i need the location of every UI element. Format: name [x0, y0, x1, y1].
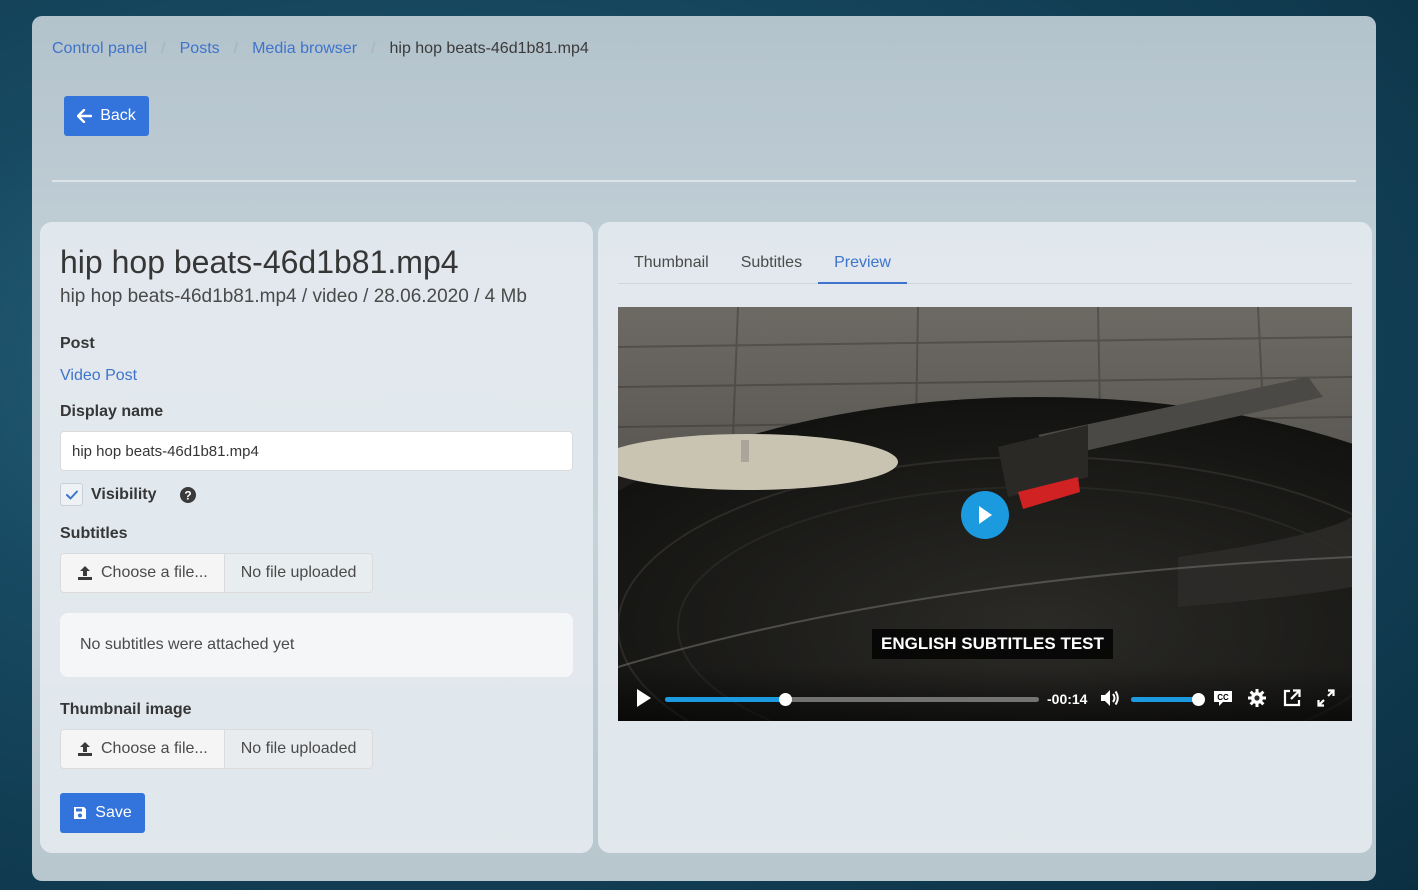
- choose-file-label: Choose a file...: [101, 564, 208, 581]
- post-label: Post: [60, 335, 95, 352]
- breadcrumb-current: hip hop beats-46d1b81.mp4: [389, 40, 589, 57]
- tabs: Thumbnail Subtitles Preview: [618, 244, 1352, 284]
- display-name-label: Display name: [60, 403, 164, 420]
- volume-fill: [1131, 697, 1198, 702]
- subtitles-label: Subtitles: [60, 525, 128, 542]
- thumbnail-choose-file-button[interactable]: Choose a file...: [60, 729, 225, 769]
- visibility-row: Visibility ?: [60, 483, 197, 506]
- back-button-label: Back: [100, 107, 136, 124]
- tab-thumbnail[interactable]: Thumbnail: [618, 244, 725, 284]
- arrow-left-icon: [77, 109, 93, 123]
- fullscreen-icon[interactable]: [1317, 689, 1335, 707]
- volume-slider[interactable]: [1131, 693, 1205, 706]
- file-meta: hip hop beats-46d1b81.mp4 / video / 28.0…: [60, 286, 527, 307]
- video-player[interactable]: ENGLISH SUBTITLES TEST -00:14 CC: [618, 307, 1352, 721]
- visibility-checkbox[interactable]: [60, 483, 83, 506]
- svg-text:?: ?: [184, 488, 191, 502]
- subtitles-file-upload: Choose a file... No file uploaded: [60, 553, 374, 593]
- display-name-input[interactable]: [60, 431, 573, 471]
- subtitles-file-name: No file uploaded: [224, 553, 374, 593]
- external-link-icon[interactable]: [1283, 689, 1301, 707]
- thumbnail-file-name: No file uploaded: [224, 729, 374, 769]
- main-panel: Control panel / Posts / Media browser / …: [32, 16, 1376, 881]
- save-button-label: Save: [95, 804, 132, 821]
- big-play-button[interactable]: [961, 491, 1009, 539]
- time-remaining: -00:14: [1047, 691, 1088, 707]
- post-link[interactable]: Video Post: [60, 367, 137, 385]
- play-icon: [979, 506, 992, 524]
- upload-icon: [78, 566, 92, 580]
- breadcrumb-separator: /: [371, 40, 376, 57]
- breadcrumb-separator: /: [233, 40, 239, 57]
- player-controls: -00:14 CC: [618, 667, 1352, 721]
- no-subtitles-notice: No subtitles were attached yet: [60, 613, 573, 677]
- progress-bar[interactable]: [665, 693, 1039, 706]
- breadcrumb-separator: /: [161, 40, 166, 57]
- thumbnail-file-upload: Choose a file... No file uploaded: [60, 729, 374, 769]
- save-icon: [74, 807, 87, 819]
- tab-preview[interactable]: Preview: [818, 244, 907, 284]
- breadcrumb-posts[interactable]: Posts: [180, 40, 220, 58]
- captions-icon[interactable]: CC: [1213, 690, 1233, 707]
- choose-file-label: Choose a file...: [101, 740, 208, 757]
- settings-gear-icon[interactable]: [1248, 689, 1266, 707]
- tab-subtitles[interactable]: Subtitles: [725, 244, 818, 284]
- save-button[interactable]: Save: [60, 793, 145, 833]
- media-details-card: hip hop beats-46d1b81.mp4 hip hop beats-…: [40, 222, 593, 853]
- visibility-label: Visibility: [91, 485, 157, 503]
- thumbnail-label: Thumbnail image: [60, 701, 192, 718]
- question-circle-icon[interactable]: ?: [179, 486, 197, 504]
- divider: [52, 180, 1356, 182]
- play-icon[interactable]: [635, 688, 653, 708]
- subtitles-choose-file-button[interactable]: Choose a file...: [60, 553, 225, 593]
- upload-icon: [78, 742, 92, 756]
- volume-icon[interactable]: [1100, 689, 1120, 707]
- volume-thumb[interactable]: [1192, 693, 1205, 706]
- breadcrumb-control-panel[interactable]: Control panel: [52, 40, 147, 58]
- page-title: hip hop beats-46d1b81.mp4: [60, 244, 459, 280]
- progress-fill: [665, 697, 785, 702]
- back-button[interactable]: Back: [64, 96, 149, 136]
- breadcrumb: Control panel / Posts / Media browser / …: [52, 40, 589, 58]
- progress-thumb[interactable]: [778, 693, 792, 706]
- svg-text:CC: CC: [1217, 693, 1229, 702]
- subtitle-caption: ENGLISH SUBTITLES TEST: [872, 629, 1113, 659]
- check-icon: [65, 490, 78, 499]
- media-preview-card: Thumbnail Subtitles Preview ENGLISH SUBT…: [598, 222, 1372, 853]
- breadcrumb-media-browser[interactable]: Media browser: [252, 40, 357, 58]
